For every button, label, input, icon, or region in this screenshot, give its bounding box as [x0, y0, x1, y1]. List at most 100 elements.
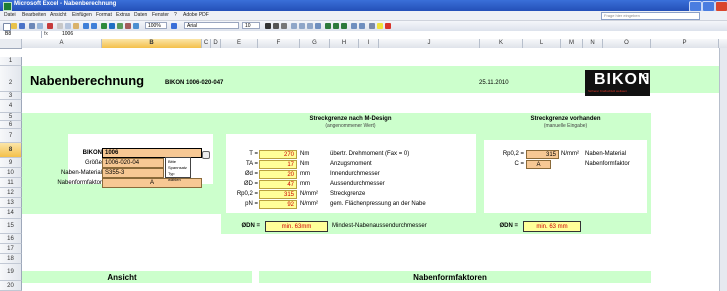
right-rp-label: Rp0,2 = [502, 151, 524, 157]
groesse-select[interactable]: 1006-020-04 [102, 158, 164, 168]
right-c-input[interactable]: A [526, 160, 551, 169]
row-header-18[interactable]: 18 [0, 254, 22, 264]
column-header-p[interactable]: P [651, 39, 719, 48]
italic-icon[interactable] [273, 23, 279, 29]
row-header-9[interactable]: 9 [0, 158, 22, 168]
align-center-icon[interactable] [299, 23, 305, 29]
column-header-a[interactable]: A [22, 39, 102, 48]
row-header-1[interactable]: 1 [0, 57, 22, 66]
autosum-icon[interactable] [109, 23, 115, 29]
paste-icon[interactable] [73, 23, 79, 29]
save-icon[interactable] [19, 23, 25, 29]
menu-adobe-pdf[interactable]: Adobe PDF [183, 12, 209, 18]
param-unit: N/mm² [300, 191, 318, 197]
row-header-8[interactable]: 8 [0, 143, 22, 158]
sort-asc-icon[interactable] [117, 23, 123, 29]
row-header-10[interactable]: 10 [0, 168, 22, 178]
select-all-corner[interactable] [0, 39, 22, 48]
formula-input[interactable]: 1006 [62, 31, 73, 38]
row-header-13[interactable]: 13 [0, 198, 22, 208]
borders-icon[interactable] [369, 23, 375, 29]
column-header-b[interactable]: B [102, 39, 202, 48]
column-header-k[interactable]: K [480, 39, 523, 48]
row-header-7[interactable]: 7 [0, 129, 22, 143]
menu-extras[interactable]: Extras [116, 12, 130, 18]
thousands-icon[interactable] [341, 23, 347, 29]
bold-icon[interactable] [265, 23, 271, 29]
menu-help[interactable]: ? [174, 12, 177, 18]
merge-center-icon[interactable] [315, 23, 321, 29]
new-icon[interactable] [3, 23, 11, 31]
dropdown-arrow-icon[interactable] [202, 151, 210, 159]
column-header-n[interactable]: N [583, 39, 603, 48]
row-header-3[interactable]: 3 [0, 92, 22, 100]
row-header-6[interactable]: 6 [0, 121, 22, 129]
column-header-f[interactable]: F [258, 39, 300, 48]
menu-ansicht[interactable]: Ansicht [50, 12, 66, 18]
menu-einfuegen[interactable]: Einfügen [72, 12, 92, 18]
row-header-14[interactable]: 14 [0, 208, 22, 219]
column-header-j[interactable]: J [379, 39, 480, 48]
underline-icon[interactable] [281, 23, 287, 29]
hyperlink-icon[interactable] [101, 23, 107, 29]
font-size-select[interactable]: 10 [242, 22, 260, 29]
increase-indent-icon[interactable] [359, 23, 365, 29]
menu-fenster[interactable]: Fenster [152, 12, 169, 18]
naben-material-select[interactable]: S355-3 [102, 168, 164, 178]
vertical-scrollbar[interactable] [719, 48, 727, 291]
font-color-icon[interactable] [385, 23, 391, 29]
row-header-11[interactable]: 11 [0, 178, 22, 188]
menu-daten[interactable]: Daten [134, 12, 147, 18]
zoom-select[interactable]: 100% [145, 22, 167, 29]
undo-icon[interactable] [83, 23, 89, 29]
row-header-15[interactable]: 15 [0, 219, 22, 234]
menu-datei[interactable]: Datei [4, 12, 16, 18]
row-header-16[interactable]: 16 [0, 234, 22, 244]
column-header-e[interactable]: E [221, 39, 258, 48]
column-header-m[interactable]: M [561, 39, 583, 48]
redo-icon[interactable] [91, 23, 97, 29]
row-header-12[interactable]: 12 [0, 188, 22, 198]
percent-icon[interactable] [333, 23, 339, 29]
fx-icon[interactable]: fx [44, 31, 48, 38]
font-select[interactable]: Arial [184, 22, 239, 29]
row-header-2[interactable]: 2 [0, 66, 22, 92]
tooltip-line: Typ wählen [168, 171, 181, 182]
fill-color-icon[interactable] [377, 23, 383, 29]
cut-icon[interactable] [57, 23, 63, 29]
row-header-5[interactable]: 5 [0, 113, 22, 121]
mid-subheading: (angenommener Wert) [325, 123, 376, 129]
chart-wizard-icon[interactable] [133, 23, 139, 29]
copy-icon[interactable] [65, 23, 71, 29]
param-unit: Nm [300, 151, 310, 157]
menu-bearbeiten[interactable]: Bearbeiten [22, 12, 46, 18]
column-header-h[interactable]: H [330, 39, 359, 48]
currency-icon[interactable] [325, 23, 331, 29]
preview-icon[interactable] [37, 23, 43, 29]
row-header-4[interactable]: 4 [0, 100, 22, 113]
decrease-indent-icon[interactable] [351, 23, 357, 29]
name-box[interactable]: B8 [2, 31, 42, 38]
input-tooltip: Bitte Spannsatz Typ wählen [165, 157, 191, 182]
right-rp-input[interactable]: 315 [526, 150, 559, 159]
column-header-c[interactable]: C [202, 39, 211, 48]
label-bikon: BIKON [82, 150, 102, 156]
align-left-icon[interactable] [291, 23, 297, 29]
menu-format[interactable]: Format [96, 12, 112, 18]
column-header-l[interactable]: L [523, 39, 561, 48]
spelling-icon[interactable] [47, 23, 53, 29]
row-header-17[interactable]: 17 [0, 244, 22, 254]
param-value: 92 [259, 200, 297, 209]
print-icon[interactable] [29, 23, 35, 29]
column-header-g[interactable]: G [300, 39, 330, 48]
align-right-icon[interactable] [307, 23, 313, 29]
sort-desc-icon[interactable] [125, 23, 131, 29]
help-icon[interactable] [171, 23, 177, 29]
column-header-d[interactable]: D [211, 39, 221, 48]
open-icon[interactable] [11, 23, 17, 29]
row-header-20[interactable]: 20 [0, 281, 22, 291]
column-header-o[interactable]: O [603, 39, 651, 48]
column-header-i[interactable]: I [359, 39, 379, 48]
row-header-19[interactable]: 19 [0, 264, 22, 281]
help-search-input[interactable]: Frage hier eingeben [601, 12, 700, 20]
